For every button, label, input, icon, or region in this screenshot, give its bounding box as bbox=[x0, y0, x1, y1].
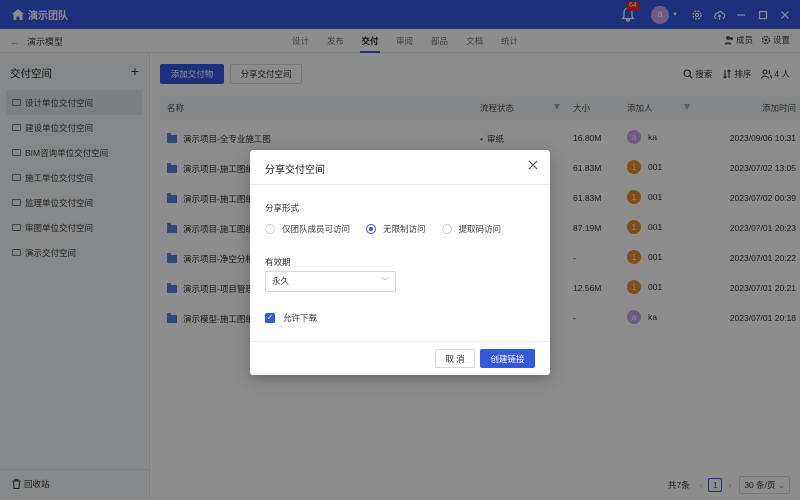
dialog-title: 分享交付空间 bbox=[265, 165, 325, 176]
validity-label: 有效期 bbox=[265, 257, 291, 267]
radio-unrestricted[interactable]: 无限制访问 bbox=[366, 223, 426, 235]
dialog-footer-divider bbox=[250, 341, 550, 342]
checkbox-checked-icon[interactable]: ✓ bbox=[265, 313, 275, 323]
radio-circle[interactable] bbox=[265, 224, 275, 234]
share-type-label: 分享形式 bbox=[265, 203, 300, 213]
validity-select[interactable]: 永久 ﹀ bbox=[265, 271, 396, 292]
radio-team-only[interactable]: 仅团队成员可访问 bbox=[265, 223, 350, 235]
share-space-dialog: 分享交付空间 分享形式 仅团队成员可访问 无限制访问 提取码访问 有效期 永久 … bbox=[250, 150, 550, 375]
radio-label: 无限制访问 bbox=[383, 224, 426, 234]
allow-download-checkbox[interactable]: ✓ 允许下载 bbox=[265, 312, 317, 324]
chevron-down-icon: ﹀ bbox=[381, 277, 389, 286]
radio-label: 仅团队成员可访问 bbox=[282, 224, 351, 234]
cancel-button[interactable]: 取 消 bbox=[435, 349, 475, 368]
validity-value: 永久 bbox=[272, 276, 290, 286]
create-link-button[interactable]: 创建链接 bbox=[480, 349, 535, 368]
close-icon bbox=[528, 160, 538, 170]
radio-circle[interactable] bbox=[441, 224, 452, 234]
radio-label: 提取码访问 bbox=[458, 224, 502, 234]
allow-download-label: 允许下载 bbox=[283, 313, 318, 323]
dialog-divider bbox=[250, 184, 550, 185]
radio-circle-selected[interactable] bbox=[366, 224, 377, 234]
close-dialog-button[interactable] bbox=[528, 158, 538, 173]
share-type-radio-group: 仅团队成员可访问 无限制访问 提取码访问 bbox=[265, 223, 517, 235]
radio-extraction-code[interactable]: 提取码访问 bbox=[441, 223, 502, 235]
